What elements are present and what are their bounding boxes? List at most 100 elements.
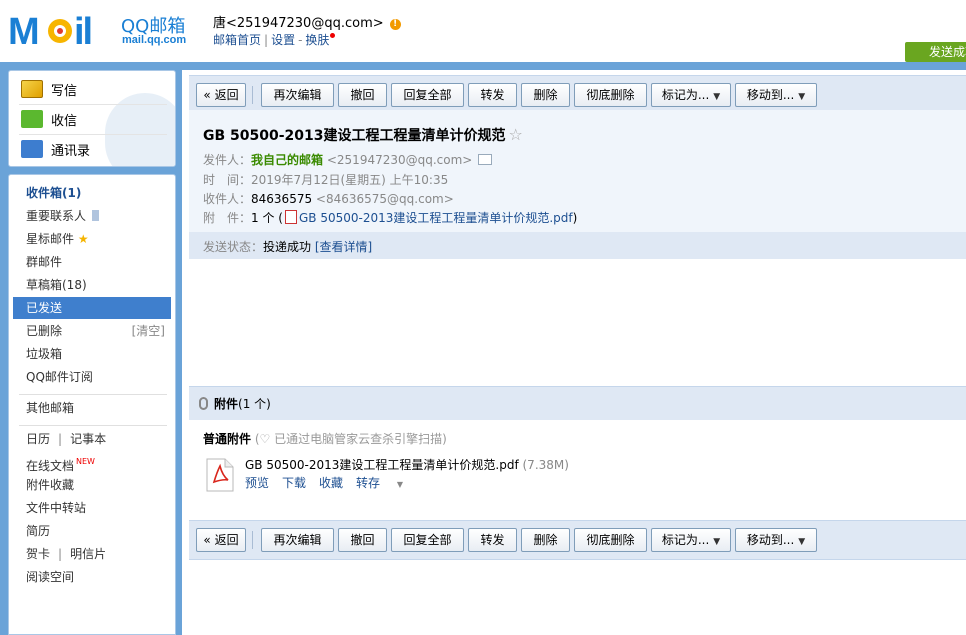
new-badge: NEW	[76, 457, 95, 466]
attachment-link[interactable]: GB 50500-2013建设工程工程量清单计价规范.pdf	[299, 211, 573, 225]
mailbox-home-link[interactable]: 邮箱首页	[213, 33, 261, 47]
preview-link[interactable]: 预览	[245, 476, 269, 490]
star-outline-icon[interactable]: ☆	[509, 125, 523, 144]
sidebar-item-spam[interactable]: 垃圾箱	[13, 343, 171, 365]
back-button[interactable]: « 返回	[196, 528, 246, 552]
skin-link[interactable]: 换肤	[305, 33, 329, 47]
caret-down-icon: ▼	[713, 537, 721, 547]
sidebar-item-reading[interactable]: 阅读空间	[13, 566, 171, 588]
sidebar-item-starred[interactable]: 星标邮件 ★	[13, 228, 171, 250]
delete-button[interactable]: 删除	[521, 528, 570, 552]
reply-all-button[interactable]: 回复全部	[391, 528, 464, 552]
time-line: 时 间：2019年7月12日(星期五) 上午10:35	[203, 171, 448, 188]
reply-all-button[interactable]: 回复全部	[391, 83, 464, 107]
permanent-delete-button[interactable]: 彻底删除	[574, 528, 647, 552]
view-details-link[interactable]: [查看详情]	[315, 240, 372, 254]
clear-trash-link[interactable]: [清空]	[132, 320, 165, 342]
sidebar-item-group[interactable]: 群邮件	[13, 251, 171, 273]
caret-down-icon: ▼	[798, 92, 806, 102]
sidebar-item-label: 重要联系人	[26, 209, 87, 223]
divider	[19, 394, 167, 395]
calendar-link[interactable]: 日历	[26, 432, 50, 446]
move-to-label: 移动到...	[746, 88, 795, 102]
postcard-link[interactable]: 明信片	[70, 547, 106, 561]
time-label: 时 间：	[203, 173, 252, 187]
to-label: 收件人：	[203, 192, 252, 206]
sidebar-item-label: 已删除	[26, 324, 63, 338]
forward-button[interactable]: 转发	[468, 528, 517, 552]
move-to-dropdown[interactable]: 移动到... ▼	[735, 528, 817, 552]
download-link[interactable]: 下载	[282, 476, 306, 490]
sidebar-item-sent[interactable]: 已发送	[13, 297, 171, 319]
attachments-count: (1 个)	[238, 397, 271, 411]
from-name[interactable]: 我自己的邮箱	[251, 153, 323, 167]
forward-button[interactable]: 转发	[468, 83, 517, 107]
sidebar-item-docs[interactable]: 在线文档 NEW	[13, 451, 171, 473]
scan-note: (♡ 已通过电脑管家云查杀引擎扫描)	[254, 432, 447, 446]
back-button[interactable]: « 返回	[196, 83, 246, 107]
caret-down-icon: ▼	[396, 480, 404, 489]
receive-label: 收信	[51, 113, 78, 129]
receive-button[interactable]: 收信	[21, 106, 77, 132]
sidebar-item-file-transfer[interactable]: 文件中转站	[13, 497, 171, 519]
attachment-file-size: (7.38M)	[522, 458, 569, 472]
settings-link[interactable]: 设置	[271, 33, 295, 47]
pdf-file-icon[interactable]	[205, 458, 235, 492]
sidebar-item-important[interactable]: 重要联系人	[13, 205, 171, 227]
warning-icon[interactable]: !	[389, 19, 401, 30]
to-line: 收件人：84636575 <84636575@qq.com>	[203, 190, 454, 207]
to-name[interactable]: 84636575	[251, 192, 312, 206]
from-label: 发件人：	[203, 153, 252, 167]
caret-down-icon: ▼	[713, 92, 721, 102]
greeting-card-link[interactable]: 贺卡	[26, 547, 50, 561]
recall-button[interactable]: 撤回	[338, 528, 387, 552]
compose-button[interactable]: 写信	[21, 76, 77, 102]
move-to-dropdown[interactable]: 移动到... ▼	[735, 83, 817, 107]
attachment-close: )	[572, 211, 578, 225]
star-icon: ★	[77, 232, 89, 246]
from-line: 发件人：我自己的邮箱 <251947230@qq.com>	[203, 151, 493, 168]
reedit-button[interactable]: 再次编辑	[261, 83, 334, 107]
svg-text:M: M	[8, 11, 38, 50]
attachment-file-link[interactable]: GB 50500-2013建设工程工程量清单计价规范.pdf	[245, 458, 519, 472]
divider	[19, 104, 167, 105]
contacts-button[interactable]: 通讯录	[21, 136, 90, 162]
attachments-title: 附件(1 个)	[199, 395, 271, 412]
send-success-badge: 发送成功	[905, 42, 966, 62]
notes-link[interactable]: 记事本	[70, 432, 106, 446]
contact-card-icon[interactable]	[478, 154, 493, 165]
toolbar-separator	[252, 86, 253, 104]
contacts-label: 通讯录	[51, 143, 91, 159]
sidebar-quick-actions: 写信 收信 通讯录	[8, 70, 176, 167]
recall-button[interactable]: 撤回	[338, 83, 387, 107]
mark-as-dropdown[interactable]: 标记为... ▼	[651, 528, 731, 552]
mail-toolbar-top: « 返回 再次编辑 撤回 回复全部 转发 删除 彻底删除 标记为... ▼ 移动到…	[189, 75, 966, 115]
mail-toolbar-bottom: « 返回 再次编辑 撤回 回复全部 转发 删除 彻底删除 标记为... ▼ 移动到…	[189, 520, 966, 560]
save-to-dropdown[interactable]: 转存 ▼	[356, 476, 416, 490]
sidebar-item-cards: 贺卡 | 明信片	[13, 543, 171, 565]
toolbar-separator	[252, 531, 253, 549]
divider	[19, 425, 167, 426]
user-account: 唐<251947230@qq.com>!	[213, 12, 401, 31]
permanent-delete-button[interactable]: 彻底删除	[574, 83, 647, 107]
sidebar-item-attachment-favorites[interactable]: 附件收藏	[13, 474, 171, 496]
reedit-button[interactable]: 再次编辑	[261, 528, 334, 552]
delete-button[interactable]: 删除	[521, 83, 570, 107]
sidebar-item-subscriptions[interactable]: QQ邮件订阅	[13, 366, 171, 388]
sidebar-item-resume[interactable]: 简历	[13, 520, 171, 542]
favorite-link[interactable]: 收藏	[319, 476, 343, 490]
qq-mail-logo[interactable]: M il QQ邮箱 mail.qq.com	[8, 10, 208, 50]
attachment-actions: 预览 下载 收藏 转存 ▼	[245, 474, 416, 491]
sidebar-nav: 收件箱(1) 重要联系人 星标邮件 ★ 群邮件 草稿箱(18) 已发送 已删除 […	[8, 174, 176, 635]
sidebar-item-drafts[interactable]: 草稿箱(18)	[13, 274, 171, 296]
attachment-label: 附 件：	[203, 211, 252, 225]
caret-down-icon: ▼	[798, 537, 806, 547]
status-value: 投递成功	[263, 240, 312, 254]
sidebar-item-deleted[interactable]: 已删除 [清空]	[13, 320, 171, 342]
normal-attachments-label: 普通附件	[203, 432, 252, 446]
mark-as-dropdown[interactable]: 标记为... ▼	[651, 83, 731, 107]
send-status: 发送状态：投递成功 [查看详情]	[203, 238, 372, 255]
mail-subject: GB 50500-2013建设工程工程量清单计价规范 ☆	[203, 125, 523, 145]
sidebar-item-inbox[interactable]: 收件箱(1)	[13, 182, 171, 204]
sidebar-item-other-mailboxes[interactable]: 其他邮箱	[13, 397, 171, 419]
